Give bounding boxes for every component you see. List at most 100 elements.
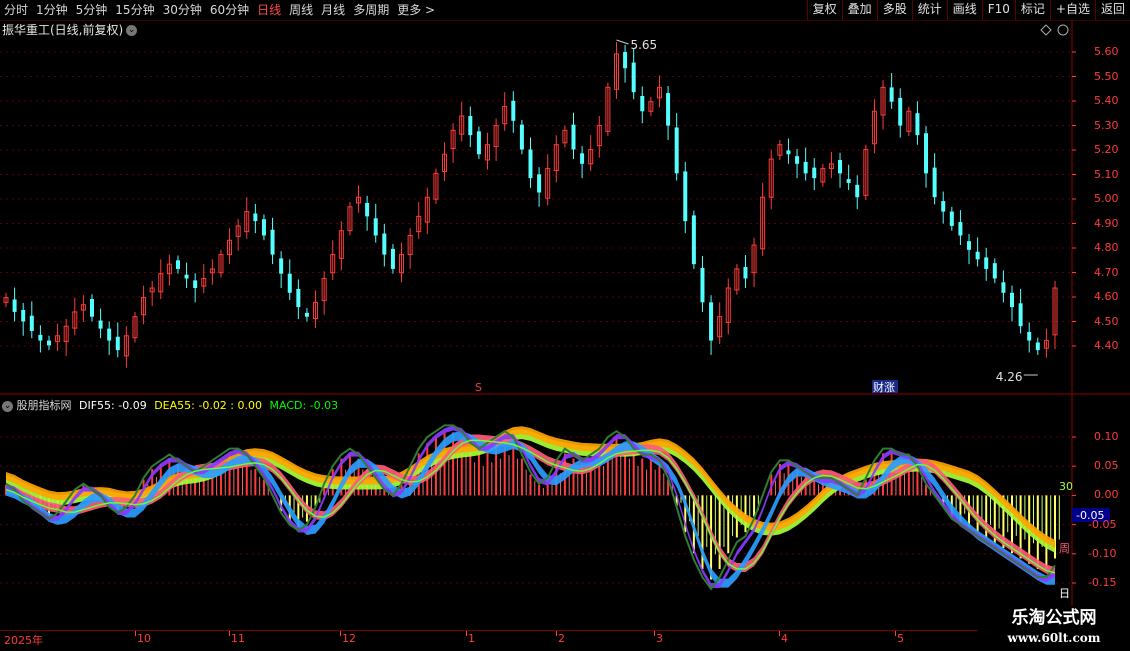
tag-30: 30 (1059, 480, 1073, 493)
candle-body (476, 131, 481, 155)
month-label: 12 (342, 632, 356, 645)
indicator-tick-label: -0.10 (1088, 546, 1117, 560)
candle-body (580, 153, 585, 164)
candle-body (898, 97, 903, 126)
candle-body (691, 215, 696, 265)
chart-canvas[interactable]: 5.65 4.26 S 财涨 -0.05 30 周日 (0, 0, 1130, 650)
candle-body (390, 248, 395, 269)
finance-marker: 财涨 (873, 380, 895, 394)
month-tick (654, 631, 655, 636)
candle-body (1018, 303, 1023, 327)
price-tick-label: 5.10 (1094, 167, 1119, 181)
candle-body (640, 95, 645, 112)
candle-body (184, 274, 189, 279)
candle-body (270, 229, 275, 255)
candle-body (287, 273, 292, 293)
candle-body (21, 309, 26, 322)
price-tick-label: 4.60 (1094, 290, 1119, 303)
candle-body (958, 222, 963, 236)
dea-label: DEA55: -0.02 : 0.00 (154, 399, 263, 412)
indicator-tick-label: 0.00 (1094, 488, 1119, 502)
month-tick (779, 631, 780, 636)
candle-body (975, 251, 980, 260)
price-tick-label: 5.60 (1094, 45, 1119, 58)
candle-body (846, 179, 851, 183)
candle-body (700, 267, 705, 303)
high-marker-line (616, 39, 629, 45)
candle-body (984, 257, 989, 269)
month-label: 1 (468, 632, 475, 645)
candle-body (253, 213, 258, 222)
candle-body (631, 62, 636, 93)
candle-body (468, 116, 473, 136)
candle-body (838, 159, 843, 174)
candle-body (98, 320, 103, 329)
indicator-tick-label: 0.10 (1094, 430, 1119, 443)
candle-body (115, 336, 120, 351)
candle-body (709, 302, 714, 341)
candle-body (924, 133, 929, 174)
month-label: 5 (897, 632, 904, 645)
candle-body (38, 334, 43, 341)
month-tick (895, 631, 896, 636)
candle-body (571, 124, 576, 150)
macd-label: MACD: -0.03 (269, 399, 339, 412)
candle-body (193, 280, 198, 289)
candle-body (107, 328, 112, 341)
candle-body (365, 202, 370, 217)
watermark-line1: 乐淘公式网 (1011, 608, 1097, 628)
diamond-icon (1040, 24, 1052, 36)
candle-body (12, 299, 17, 312)
month-label: 4 (781, 632, 788, 645)
candle-body (812, 167, 817, 179)
candle-body (373, 218, 378, 236)
candle-body (674, 127, 679, 174)
indicator-name: 股朋指标网 (16, 399, 72, 412)
stock-title-text: 振华重工(日线,前复权) (2, 23, 124, 37)
stock-title: 振华重工(日线,前复权) ⌄ (2, 21, 138, 38)
month-tick (556, 631, 557, 636)
candle-body (46, 340, 51, 346)
candle-body (795, 156, 800, 164)
candle-body (889, 87, 894, 102)
price-tick-label: 4.90 (1094, 216, 1119, 230)
candle-body (528, 149, 533, 179)
price-tick-label: 4.80 (1094, 241, 1119, 254)
candle-body (29, 315, 34, 332)
candle-body (967, 241, 972, 250)
candle-body (743, 266, 748, 279)
high-label: 5.65 (630, 38, 657, 52)
candle-body (683, 171, 688, 222)
price-tick-label: 5.00 (1094, 192, 1119, 205)
candle-body (915, 113, 920, 136)
candle-body (941, 201, 946, 212)
s-marker: S (475, 381, 482, 394)
price-tick-label: 5.40 (1094, 94, 1119, 107)
year-label: 2025年 (4, 634, 43, 647)
candle-body (1035, 342, 1040, 351)
candle-body (261, 219, 266, 236)
candle-body (296, 288, 301, 308)
candle-body (304, 312, 309, 317)
candle-body (175, 260, 180, 269)
candle-body (623, 52, 628, 69)
month-tick (229, 631, 230, 636)
month-tick (466, 631, 467, 636)
month-label: 10 (137, 632, 151, 645)
chevron-down-icon[interactable]: ⌄ (126, 25, 138, 36)
price-tick-label: 4.40 (1094, 339, 1119, 352)
candle-body (786, 150, 791, 155)
watermark-line2: www.60lt.com (1007, 631, 1101, 645)
month-label: 3 (656, 632, 663, 645)
candle-body (519, 124, 524, 150)
watermark: 乐淘公式网 www.60lt.com (978, 606, 1130, 650)
settings-icon[interactable]: ⌄ (2, 400, 13, 412)
candle-body (537, 174, 542, 193)
tag-week: 周 (1059, 542, 1070, 555)
tag-day: 日 (1059, 587, 1070, 600)
candle-body (992, 263, 997, 279)
candle-body (89, 299, 94, 317)
candle-body (1027, 331, 1032, 341)
candle-body (803, 161, 808, 174)
price-tick-label: 5.20 (1094, 143, 1119, 156)
